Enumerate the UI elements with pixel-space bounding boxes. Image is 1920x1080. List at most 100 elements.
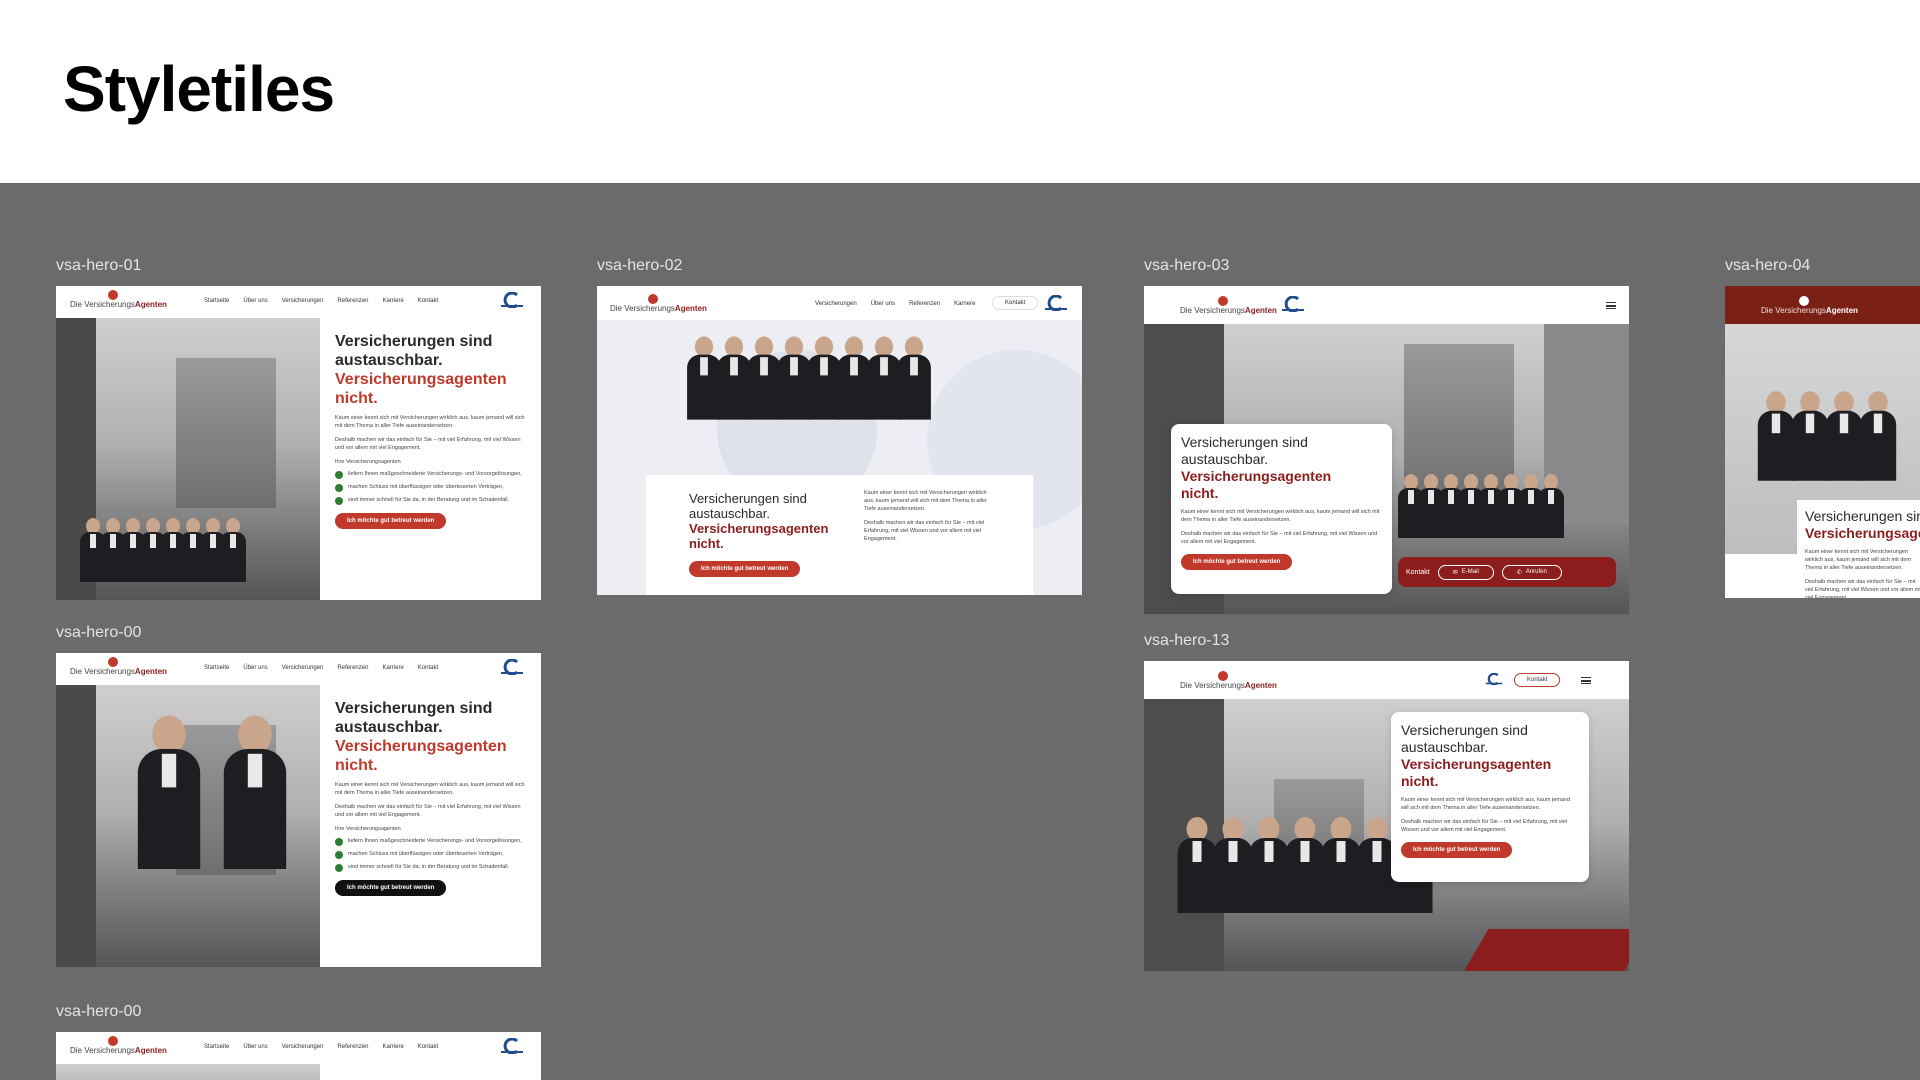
hero-card: Versicherungen sind austauschbar. Versic… xyxy=(646,475,1033,595)
nav-kontakt-button[interactable]: Kontakt xyxy=(1514,673,1561,687)
nav-bar: Die VersicherungsAgenten Kontakt xyxy=(1144,661,1629,699)
check-icon xyxy=(335,838,343,846)
brand-logo[interactable]: Die VersicherungsAgenten xyxy=(1180,296,1277,315)
frame-label-hero-13[interactable]: vsa-hero-13 xyxy=(1144,632,1229,650)
nav-link-referenzen[interactable]: Referenzen xyxy=(337,665,368,671)
nav-link-kontakt[interactable]: Kontakt xyxy=(418,298,438,304)
list-item: liefern Ihnen maßgeschneiderte Versicher… xyxy=(335,471,525,479)
brand-logo[interactable]: Die VersicherungsAgenten xyxy=(70,657,167,676)
hero-paragraph-2: Deshalb machen wir das einfach für Sie –… xyxy=(335,804,521,818)
brand-logo[interactable]: Die VersicherungsAgenten xyxy=(1180,671,1277,690)
team-photo xyxy=(1398,474,1564,538)
design-canvas[interactable]: vsa-hero-01 Die VersicherungsAgenten Sta… xyxy=(0,183,1920,1080)
cta-button[interactable]: Ich möchte gut betreut werden xyxy=(1181,554,1293,570)
partner-logo-icon xyxy=(501,292,523,308)
hero-headline: Versicherungen sind austauschbar. Versic… xyxy=(1401,722,1552,789)
nav-link-startseite[interactable]: Startseite xyxy=(204,665,229,671)
nav-link-karriere[interactable]: Karriere xyxy=(954,301,975,307)
frame-hero-13[interactable]: Die VersicherungsAgenten Kontakt Versich… xyxy=(1144,661,1629,971)
nav-link-ueber-uns[interactable]: Über uns xyxy=(871,301,895,307)
nav-link-kontakt[interactable]: Kontakt xyxy=(418,665,438,671)
nav-links: Versicherungen Über uns Referenzen Karri… xyxy=(815,301,975,307)
check-icon xyxy=(335,471,343,479)
nav-link-startseite[interactable]: Startseite xyxy=(204,1044,229,1050)
frame-hero-00-b[interactable]: Die VersicherungsAgenten Startseite Über… xyxy=(56,1032,541,1080)
frame-hero-00[interactable]: Die VersicherungsAgenten Startseite Über… xyxy=(56,653,541,967)
logo-mark-icon xyxy=(1218,671,1228,681)
nav-link-karriere[interactable]: Karriere xyxy=(382,1044,403,1050)
list-item: machen Schluss mit überflüssigen oder üb… xyxy=(335,484,525,492)
hero-paragraph-2: Deshalb machen wir das einfach für Sie –… xyxy=(335,437,521,451)
logo-mark-icon xyxy=(108,1036,118,1046)
nav-bar: Die VersicherungsAgenten xyxy=(1144,286,1629,324)
nav-link-ueber-uns[interactable]: Über uns xyxy=(243,1044,267,1050)
hero-paragraph-2: Deshalb machen wir das einfach für Sie –… xyxy=(1181,531,1378,545)
nav-link-referenzen[interactable]: Referenzen xyxy=(337,298,368,304)
logo-mark-icon xyxy=(648,294,658,304)
mail-icon: ✉ xyxy=(1452,569,1458,576)
hero-card: Versicherungen sind Versicherungsagenten… xyxy=(1797,500,1920,598)
hero-photo xyxy=(56,1064,320,1080)
cta-button[interactable]: Ich möchte gut betreut werden xyxy=(335,513,447,529)
nav-link-versicherungen[interactable]: Versicherungen xyxy=(282,665,324,671)
page-header: Styletiles xyxy=(0,0,1920,183)
frame-hero-02[interactable]: Die VersicherungsAgenten Versicherungen … xyxy=(597,286,1082,595)
nav-link-versicherungen[interactable]: Versicherungen xyxy=(815,301,857,307)
contact-bar: Kontakt ✉ E-Mail ✆ Anrufen xyxy=(1398,557,1616,587)
brand-logo[interactable]: Die VersicherungsAgenten xyxy=(610,294,707,313)
reichstag-building xyxy=(176,358,276,508)
page-title: Styletiles xyxy=(63,53,335,125)
hero-copy: Versicherungen sind austauschbar. Versic… xyxy=(335,699,525,896)
frame-hero-03[interactable]: Die VersicherungsAgenten Versicherungen … xyxy=(1144,286,1629,614)
nav-link-versicherungen[interactable]: Versicherungen xyxy=(282,1044,324,1050)
frame-label-hero-00-b[interactable]: vsa-hero-00 xyxy=(56,1003,141,1021)
hero-list-title: Ihre Versicherungsagenten xyxy=(335,826,401,832)
cta-button[interactable]: Ich möchte gut betreut werden xyxy=(335,880,447,896)
hero-paragraph-1: Kaum einer kennt sich mit Versicherungen… xyxy=(1805,549,1912,571)
brand-logo[interactable]: Die VersicherungsAgenten xyxy=(70,1036,167,1055)
brand-logo[interactable]: Die VersicherungsAgenten xyxy=(1761,296,1858,315)
hero-card: Versicherungen sind austauschbar. Versic… xyxy=(1391,712,1589,882)
brand-logo[interactable]: Die VersicherungsAgenten xyxy=(70,290,167,309)
hero-photo xyxy=(56,318,320,600)
nav-link-ueber-uns[interactable]: Über uns xyxy=(243,665,267,671)
logo-mark-icon xyxy=(1799,296,1809,306)
team-photo xyxy=(96,715,287,869)
cta-button[interactable]: Ich möchte gut betreut werden xyxy=(1401,842,1513,858)
call-button[interactable]: ✆ Anrufen xyxy=(1501,564,1562,580)
list-item: sind immer schnell für Sie da, in der Be… xyxy=(335,497,525,505)
nav-link-ueber-uns[interactable]: Über uns xyxy=(243,298,267,304)
nav-link-karriere[interactable]: Karriere xyxy=(382,298,403,304)
nav-link-kontakt[interactable]: Kontakt xyxy=(418,1044,438,1050)
frame-label-hero-01[interactable]: vsa-hero-01 xyxy=(56,257,141,275)
menu-icon[interactable] xyxy=(1581,677,1591,684)
hero-headline: Versicherungen sind Versicherungsagenten xyxy=(1805,508,1920,541)
team-photo xyxy=(1174,817,1433,913)
partner-logo-icon xyxy=(501,1038,523,1054)
partner-logo-icon xyxy=(1485,673,1503,685)
nav-link-referenzen[interactable]: Referenzen xyxy=(909,301,940,307)
list-item: liefern Ihnen maßgeschneiderte Versicher… xyxy=(335,838,525,846)
hero-paragraph-2: Deshalb machen wir das einfach für Sie –… xyxy=(864,520,985,542)
partner-logo-icon xyxy=(1282,296,1304,312)
frame-label-hero-02[interactable]: vsa-hero-02 xyxy=(597,257,682,275)
menu-icon[interactable] xyxy=(1606,302,1616,309)
frame-hero-01[interactable]: Die VersicherungsAgenten Startseite Über… xyxy=(56,286,541,600)
nav-link-versicherungen[interactable]: Versicherungen xyxy=(282,298,324,304)
cta-button[interactable]: Ich möchte gut betreut werden xyxy=(689,561,801,577)
email-button[interactable]: ✉ E-Mail xyxy=(1437,564,1494,580)
frame-label-hero-04[interactable]: vsa-hero-04 xyxy=(1725,257,1810,275)
nav-kontakt-button[interactable]: Kontakt xyxy=(992,296,1039,310)
hero-photo xyxy=(56,685,320,967)
frame-hero-04[interactable]: Die VersicherungsAgenten Versicherungen … xyxy=(1725,286,1920,598)
nav-link-referenzen[interactable]: Referenzen xyxy=(337,1044,368,1050)
hero-card: Versicherungen sind austauschbar. Versic… xyxy=(1171,424,1392,594)
nav-bar: Die VersicherungsAgenten Startseite Über… xyxy=(56,1032,541,1064)
frame-label-hero-00[interactable]: vsa-hero-00 xyxy=(56,624,141,642)
nav-link-karriere[interactable]: Karriere xyxy=(382,665,403,671)
hero-headline: Versicherungen sind austauschbar. Versic… xyxy=(335,700,507,774)
frame-label-hero-03[interactable]: vsa-hero-03 xyxy=(1144,257,1229,275)
nav-link-startseite[interactable]: Startseite xyxy=(204,298,229,304)
hero-headline: Versicherungen sind austauschbar. Versic… xyxy=(689,491,829,551)
team-photo xyxy=(687,336,931,420)
